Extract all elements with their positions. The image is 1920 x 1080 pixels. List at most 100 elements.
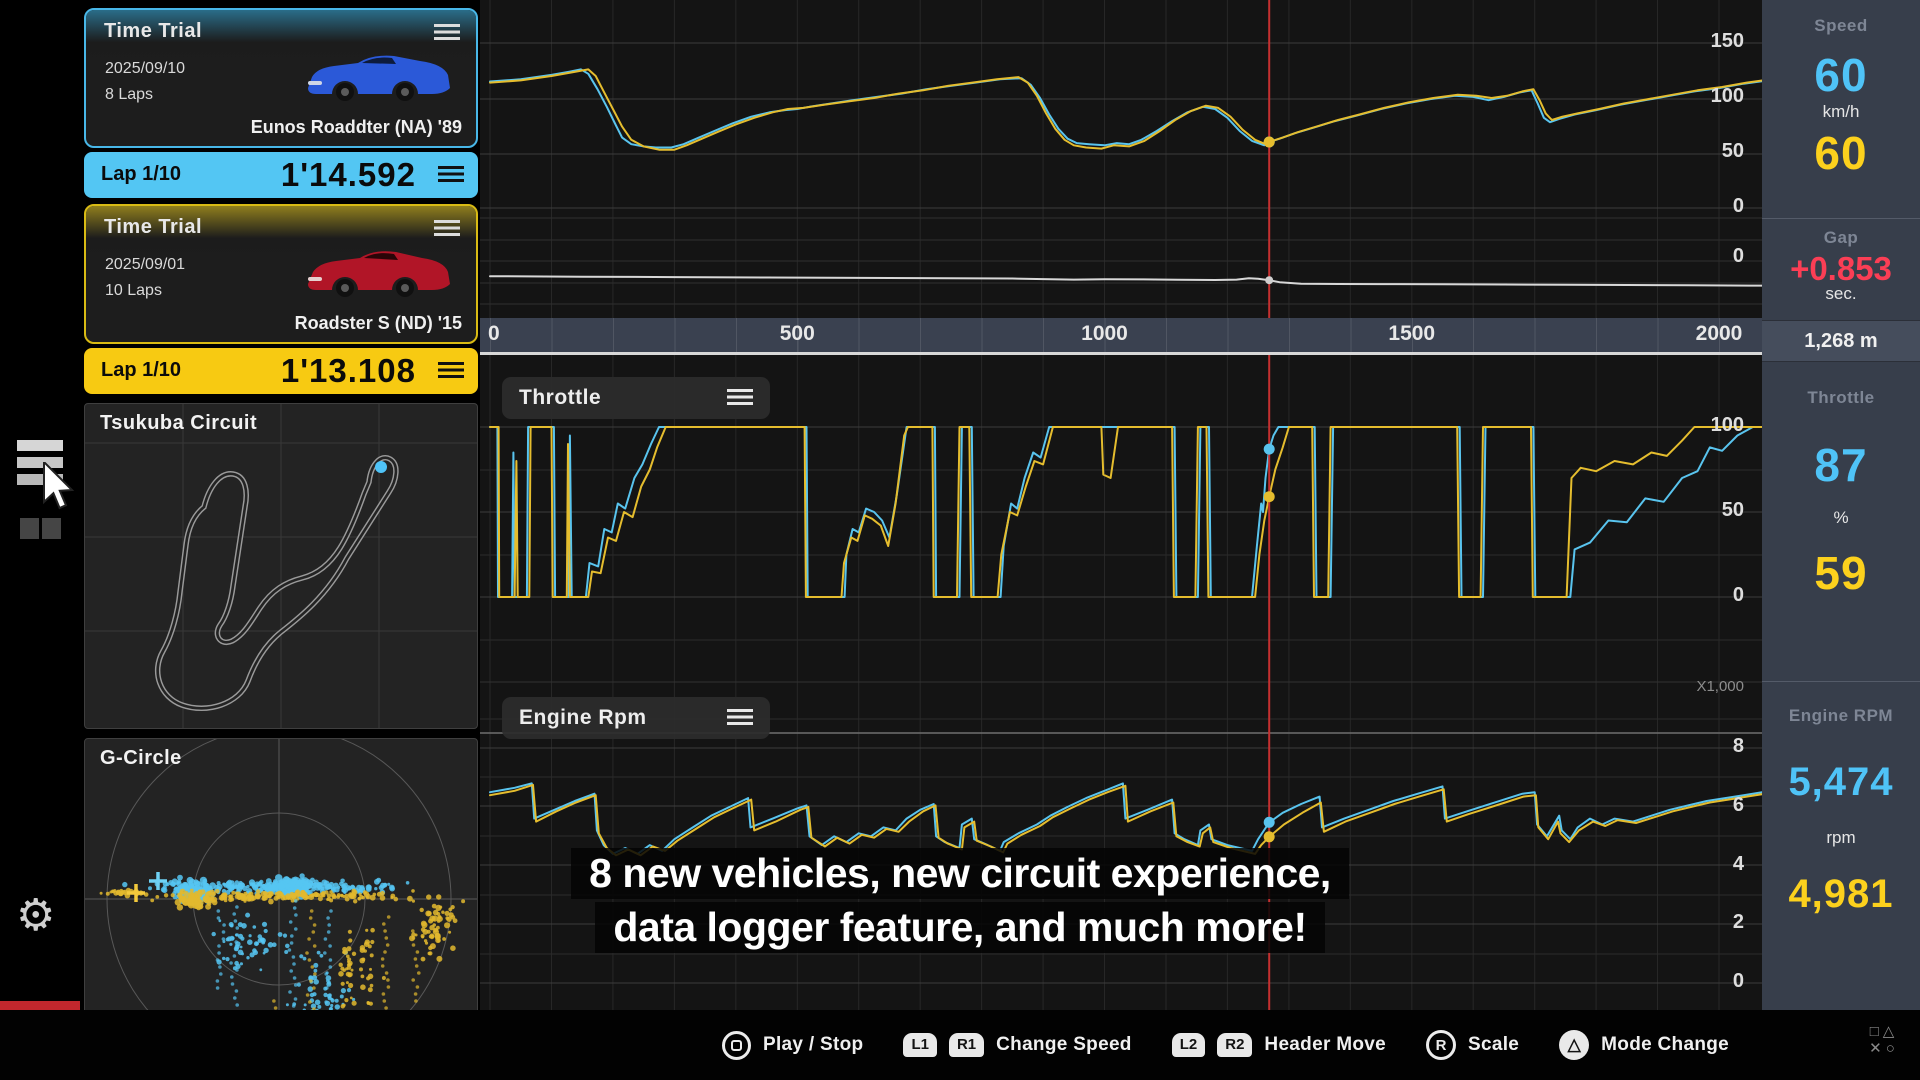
rpm-y-tick: 2: [1660, 911, 1744, 934]
lap-time: 1'13.108: [281, 352, 416, 390]
gear-glyph: ⚙: [16, 891, 55, 940]
distance-tick: 1500: [1372, 322, 1452, 346]
r1-button-icon: R1: [949, 1033, 984, 1057]
session-laps: 10 Laps: [105, 282, 162, 300]
mouse-cursor: [42, 462, 82, 512]
lap-menu-icon[interactable]: [438, 166, 464, 182]
distance-tick: 2000: [1679, 322, 1759, 346]
track-map-title: Tsukuba Circuit: [100, 412, 257, 435]
gap-label: Gap: [1762, 228, 1920, 248]
layout-view-3-button[interactable]: [20, 518, 61, 539]
speed-value-blue: 60: [1762, 48, 1920, 102]
throttle-value-yellow: 59: [1762, 546, 1920, 600]
speed-label: Speed: [1762, 16, 1920, 36]
rpm-chart-title: Engine Rpm: [519, 706, 647, 730]
control-hint-bar: Play / Stop L1 R1 Change Speed L2 R2 Hea…: [0, 1010, 1920, 1080]
telemetry-sidebar: Speed 60 km/h 60 Gap +0.853 sec. 1,268 m…: [1762, 0, 1920, 1010]
header-move-control[interactable]: L2 R2 Header Move: [1172, 1033, 1386, 1057]
settings-gear-icon[interactable]: ⚙: [16, 894, 55, 938]
rpm-unit: rpm: [1762, 828, 1920, 848]
distance-readout: 1,268 m: [1762, 320, 1920, 362]
gt-data-logger-screen: ⚙ Time Trial 2025/09/10 8 Laps: [0, 0, 1920, 1080]
controls-row: Play / Stop L1 R1 Change Speed L2 R2 Hea…: [722, 1010, 1729, 1080]
l1-button-icon: L1: [903, 1033, 937, 1057]
triangle-glyph: △: [1883, 1023, 1899, 1040]
session-date: 2025/09/01: [105, 256, 185, 274]
speed-y-tick: 150: [1660, 30, 1744, 53]
circle-glyph: ○: [1886, 1040, 1899, 1057]
lap-menu-icon[interactable]: [438, 362, 464, 378]
lap-counter: Lap 1/10: [101, 163, 181, 186]
scale-control[interactable]: R Scale: [1426, 1030, 1519, 1060]
lap-time-bar-blue[interactable]: Lap 1/10 1'14.592: [84, 152, 478, 198]
rpm-menu-icon[interactable]: [727, 709, 753, 727]
car-position-dot: [375, 461, 387, 473]
change-speed-control[interactable]: L1 R1 Change Speed: [903, 1033, 1131, 1057]
lap-time: 1'14.592: [281, 156, 416, 194]
play-stop-control[interactable]: Play / Stop: [722, 1031, 863, 1060]
car-name: Roadster S (ND) '15: [295, 313, 462, 334]
session-mode: Time Trial: [104, 216, 202, 239]
triangle-button-icon: △: [1559, 1030, 1589, 1060]
throttle-chart-header[interactable]: Throttle: [502, 377, 770, 419]
touchpad-button-icon: [722, 1031, 751, 1060]
lap-time-bar-yellow[interactable]: Lap 1/10 1'13.108: [84, 348, 478, 394]
rpm-value-blue: 5,474: [1762, 760, 1920, 805]
rpm-unit-note: X1,000: [1660, 678, 1744, 695]
throttle-chart-title: Throttle: [519, 386, 601, 410]
g-circle-title: G-Circle: [100, 747, 182, 770]
r2-button-icon: R2: [1217, 1033, 1252, 1057]
car-image-red-roadster: [300, 244, 460, 298]
throttle-menu-icon[interactable]: [727, 389, 753, 407]
mode-change-label: Mode Change: [1601, 1034, 1729, 1056]
car-image-blue-roadster: [300, 48, 460, 102]
gap-unit: sec.: [1762, 284, 1920, 304]
distance-tick: 0: [488, 322, 500, 346]
cross-glyph: ✕: [1869, 1040, 1886, 1057]
session-laps: 8 Laps: [105, 86, 153, 104]
telemetry-charts[interactable]: [480, 0, 1762, 1010]
session-card-blue[interactable]: Time Trial 2025/09/10 8 Laps Eunos Roadd…: [84, 8, 478, 148]
rpm-y-tick: 8: [1660, 735, 1744, 758]
track-outline: [158, 458, 396, 709]
speed-y-tick: 100: [1660, 85, 1744, 108]
speed-unit: km/h: [1762, 102, 1920, 122]
rpm-y-tick: 0: [1660, 970, 1744, 993]
square-glyph: □: [1870, 1023, 1883, 1040]
rpm-y-tick: 6: [1660, 794, 1744, 817]
rpm-y-tick: 4: [1660, 853, 1744, 876]
session-date: 2025/09/10: [105, 60, 185, 78]
change-speed-label: Change Speed: [996, 1034, 1132, 1056]
l2-button-icon: L2: [1172, 1033, 1206, 1057]
play-stop-label: Play / Stop: [763, 1034, 863, 1056]
speed-value-yellow: 60: [1762, 126, 1920, 180]
session-panel: Time Trial 2025/09/10 8 Laps Eunos Roadd…: [84, 0, 478, 1080]
distance-tick: 1000: [1065, 322, 1145, 346]
throttle-y-tick: 100: [1660, 414, 1744, 437]
scale-label: Scale: [1468, 1034, 1519, 1056]
car-name: Eunos Roaddter (NA) '89: [251, 117, 462, 138]
track-map: [85, 404, 477, 728]
session-menu-icon[interactable]: [434, 220, 460, 236]
r-stick-button-icon: R: [1426, 1030, 1456, 1060]
throttle-y-tick: 0: [1660, 584, 1744, 607]
left-toolbar: ⚙: [0, 0, 80, 1080]
throttle-unit: %: [1762, 508, 1920, 528]
rpm-chart-header[interactable]: Engine Rpm: [502, 697, 770, 739]
distance-tick: 500: [757, 322, 837, 346]
track-map-panel: Tsukuba Circuit: [84, 403, 478, 729]
session-menu-icon[interactable]: [434, 24, 460, 40]
distance-axis-bar[interactable]: 0 500 1000 1500 2000: [480, 318, 1762, 355]
telemetry-chart-area: 0500100015002000 Throttle Engine Rpm 150…: [480, 0, 1762, 1010]
speed-y-tick: 50: [1660, 140, 1744, 163]
gap-y-tick: 0: [1660, 245, 1744, 268]
ps-shapes-logo: □△ ✕○: [1862, 1023, 1906, 1057]
session-mode: Time Trial: [104, 20, 202, 43]
speed-y-tick: 0: [1660, 195, 1744, 218]
session-card-yellow[interactable]: Time Trial 2025/09/01 10 Laps Roadster S…: [84, 204, 478, 344]
mode-change-control[interactable]: △ Mode Change: [1559, 1030, 1729, 1060]
rpm-label: Engine RPM: [1762, 706, 1920, 726]
throttle-label: Throttle: [1762, 388, 1920, 408]
throttle-value-blue: 87: [1762, 438, 1920, 492]
throttle-y-tick: 50: [1660, 499, 1744, 522]
